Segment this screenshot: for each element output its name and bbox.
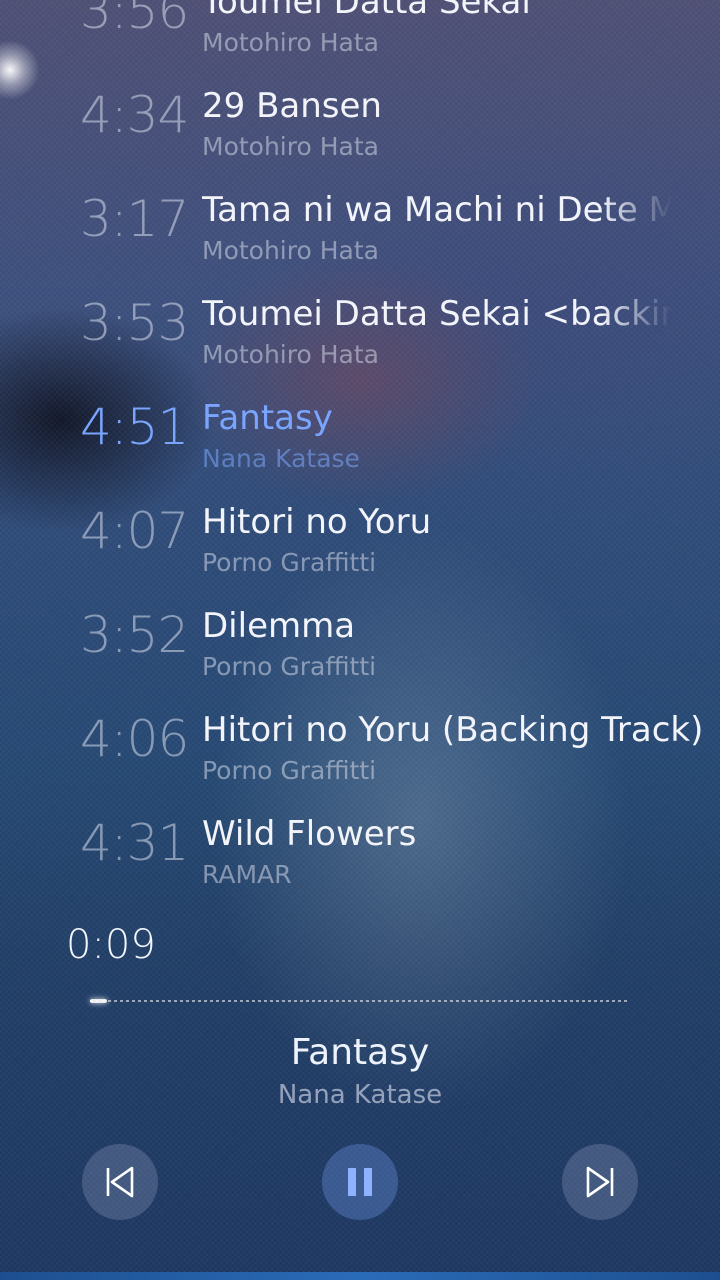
track-title: Toumei Datta Sekai <backing — [202, 294, 672, 334]
next-button[interactable] — [562, 1144, 638, 1220]
track-duration: 3:56 — [80, 0, 189, 40]
track-duration: 4:51 — [80, 398, 189, 456]
track-duration: 3:53 — [80, 294, 189, 352]
track-duration: 4:34 — [80, 86, 189, 144]
track-title: Fantasy — [202, 398, 333, 438]
track-row-now-playing[interactable]: 4:51 Fantasy Nana Katase — [0, 390, 720, 494]
track-artist: Nana Katase — [202, 444, 360, 473]
track-title: Toumei Datta Sekai — [202, 0, 531, 22]
skip-previous-icon — [106, 1166, 134, 1198]
track-row[interactable]: 4:06 Hitori no Yoru (Backing Track) Porn… — [0, 702, 720, 806]
previous-button[interactable] — [82, 1144, 158, 1220]
track-row[interactable]: 3:17 Tama ni wa Machi ni Dete Miyo Motoh… — [0, 182, 720, 286]
track-row[interactable]: 3:56 Toumei Datta Sekai Motohiro Hata — [0, 0, 720, 78]
bottom-accent-bar — [0, 1272, 720, 1280]
playlist[interactable]: 3:56 Toumei Datta Sekai Motohiro Hata 4:… — [0, 0, 720, 885]
progress-track — [90, 1000, 628, 1002]
track-row[interactable]: 4:31 Wild Flowers RAMAR — [0, 806, 720, 885]
track-row[interactable]: 3:52 Dilemma Porno Graffitti — [0, 598, 720, 702]
track-artist: Porno Graffitti — [202, 548, 377, 577]
now-playing-artist: Nana Katase — [277, 1080, 443, 1110]
track-duration: 4:31 — [80, 814, 189, 872]
track-artist: Motohiro Hata — [202, 236, 379, 265]
track-artist: Motohiro Hata — [202, 28, 379, 57]
track-duration: 3:52 — [80, 606, 189, 664]
progress-fill — [90, 999, 107, 1003]
elapsed-time: 0:09 — [66, 922, 156, 968]
track-artist: RAMAR — [202, 860, 292, 885]
track-duration: 4:07 — [80, 502, 189, 560]
track-artist: Motohiro Hata — [202, 340, 379, 369]
track-title: Tama ni wa Machi ni Dete Miyo — [202, 190, 672, 230]
track-title: 29 Bansen — [202, 86, 382, 126]
track-title: Hitori no Yoru — [202, 502, 432, 542]
progress-slider[interactable] — [90, 997, 628, 1005]
skip-next-icon — [586, 1166, 614, 1198]
track-title: Hitori no Yoru (Backing Track) — [202, 710, 702, 750]
track-title: Wild Flowers — [202, 814, 417, 854]
track-row[interactable]: 3:53 Toumei Datta Sekai <backing Motohir… — [0, 286, 720, 390]
track-artist: Porno Graffitti — [202, 652, 377, 681]
track-artist: Motohiro Hata — [202, 132, 379, 161]
track-row[interactable]: 4:07 Hitori no Yoru Porno Graffitti — [0, 494, 720, 598]
pause-button[interactable] — [322, 1144, 398, 1220]
track-duration: 3:17 — [80, 190, 189, 248]
now-playing-title: Fantasy — [290, 1032, 430, 1073]
track-row[interactable]: 4:34 29 Bansen Motohiro Hata — [0, 78, 720, 182]
track-duration: 4:06 — [80, 710, 189, 768]
track-artist: Porno Graffitti — [202, 756, 377, 785]
track-title: Dilemma — [202, 606, 356, 646]
pause-icon — [348, 1168, 372, 1196]
